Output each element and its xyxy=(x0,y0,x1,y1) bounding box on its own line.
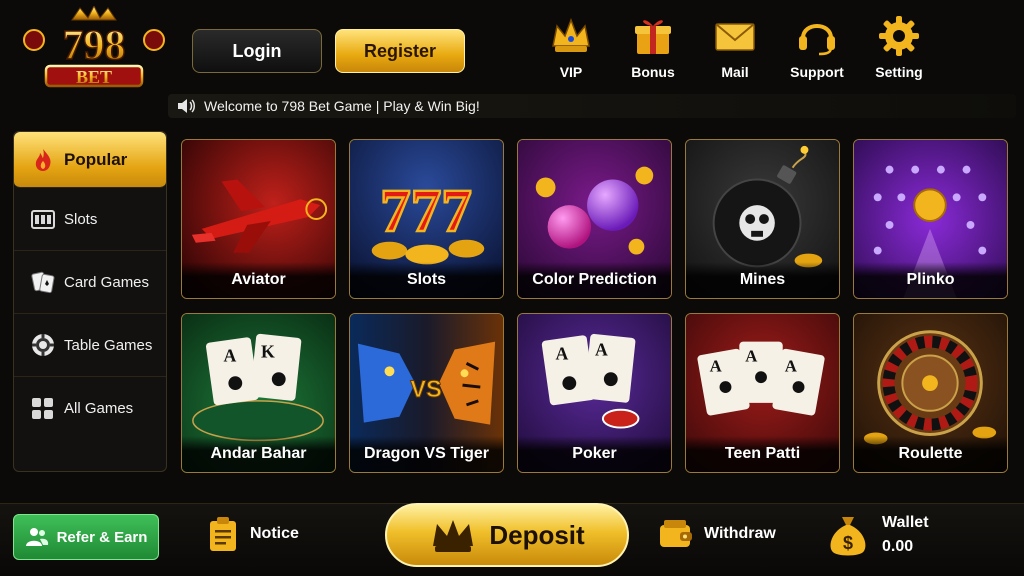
top-nav-bonus-label: Bonus xyxy=(631,64,675,80)
grid-icon xyxy=(32,397,53,419)
game-label: Mines xyxy=(686,262,839,298)
withdraw-button[interactable]: Withdraw xyxy=(658,517,776,551)
wallet-amount: 0.00 xyxy=(882,538,914,555)
deposit-button[interactable]: Deposit xyxy=(385,503,629,567)
game-card-dragon-vs-tiger[interactable]: VS Dragon VS Tiger xyxy=(349,313,504,473)
crown-icon xyxy=(552,17,590,52)
announcement-marquee: Welcome to 798 Bet Game | Play & Win Big… xyxy=(168,94,1016,118)
sidebar-item-table-games[interactable]: Table Games xyxy=(14,314,166,377)
logo-number: 798 xyxy=(63,23,126,69)
game-card-poker[interactable]: A A Poker xyxy=(517,313,672,473)
game-card-teen-patti[interactable]: A A A Teen Patti xyxy=(685,313,840,473)
headset-icon xyxy=(799,24,835,56)
refer-earn-label: Refer & Earn xyxy=(56,528,148,546)
slots-art-text: 777 xyxy=(380,177,472,245)
sidebar-item-popular[interactable]: Popular xyxy=(14,132,166,188)
andar-card-rank-k: K xyxy=(261,341,275,361)
crown-icon xyxy=(433,520,474,552)
sidebar-item-card-games[interactable]: Card Games xyxy=(14,251,166,314)
game-card-andar-bahar[interactable]: A K Andar Bahar xyxy=(181,313,336,473)
money-bag-icon: $ xyxy=(830,517,866,556)
game-card-mines[interactable]: Mines xyxy=(685,139,840,299)
notice-button[interactable]: Notice xyxy=(208,516,299,552)
top-nav-support[interactable]: Support xyxy=(776,12,858,80)
fire-icon xyxy=(35,148,51,171)
top-nav-mail-label: Mail xyxy=(721,64,749,80)
top-nav-vip-label: VIP xyxy=(559,64,583,80)
game-label: Color Prediction xyxy=(518,262,671,298)
poker-card-rank-2: A xyxy=(595,339,608,359)
mail-icon xyxy=(715,23,755,51)
sidebar-item-slots[interactable]: Slots xyxy=(14,188,166,251)
sidebar-item-label: Popular xyxy=(64,149,128,169)
top-nav-bonus[interactable]: Bonus xyxy=(612,12,694,80)
withdraw-label: Withdraw xyxy=(704,525,776,542)
top-nav-mail[interactable]: Mail xyxy=(694,12,776,80)
game-label: Slots xyxy=(350,262,503,298)
top-nav-support-label: Support xyxy=(790,64,844,80)
teen-patti-card-rank-2: A xyxy=(745,346,757,365)
wallet-card-icon xyxy=(660,520,692,547)
game-card-roulette[interactable]: Roulette xyxy=(853,313,1008,473)
notice-label: Notice xyxy=(250,525,299,542)
andar-card-rank-a: A xyxy=(223,345,236,365)
gear-icon xyxy=(879,16,919,56)
slot-machine-icon xyxy=(31,210,55,229)
wallet-label: Wallet xyxy=(882,514,929,531)
game-label: Teen Patti xyxy=(686,436,839,472)
svg-text:$: $ xyxy=(843,533,853,553)
sidebar-item-label: All Games xyxy=(64,400,134,417)
marquee-text: Welcome to 798 Bet Game | Play & Win Big… xyxy=(204,98,480,114)
game-label: Andar Bahar xyxy=(182,436,335,472)
clipboard-icon xyxy=(210,517,236,551)
game-card-color-prediction[interactable]: Color Prediction xyxy=(517,139,672,299)
login-button[interactable]: Login xyxy=(192,29,322,73)
deposit-label: Deposit xyxy=(489,519,585,550)
wallet-balance[interactable]: $ Wallet 0.00 xyxy=(826,511,929,559)
vs-art-text: VS xyxy=(410,377,442,403)
game-label: Dragon VS Tiger xyxy=(350,436,503,472)
gift-icon xyxy=(635,20,671,54)
refer-earn-button[interactable]: Refer & Earn xyxy=(13,514,159,560)
poker-chip-icon xyxy=(32,334,54,356)
teen-patti-card-rank-1: A xyxy=(710,356,722,375)
sidebar-item-label: Slots xyxy=(64,210,98,228)
top-nav-setting[interactable]: Setting xyxy=(858,12,940,80)
logo-bet-text: BET xyxy=(76,67,112,87)
sidebar-item-all-games[interactable]: All Games xyxy=(14,377,166,440)
users-icon xyxy=(25,528,48,546)
playing-cards-icon xyxy=(31,271,55,294)
game-label: Roulette xyxy=(854,436,1007,472)
sidebar-item-label: Table Games xyxy=(64,336,153,354)
game-grid: Aviator 777 Slots Color Prediction Mines… xyxy=(181,139,1008,473)
top-nav-vip[interactable]: VIP xyxy=(530,12,612,80)
game-card-aviator[interactable]: Aviator xyxy=(181,139,336,299)
game-card-plinko[interactable]: Plinko xyxy=(853,139,1008,299)
top-nav: VIP Bonus Mail Support Setting xyxy=(530,12,940,80)
brand-logo: 798 BET xyxy=(20,4,168,90)
register-button[interactable]: Register xyxy=(335,29,465,73)
sidebar-item-label: Card Games xyxy=(64,273,150,291)
game-label: Aviator xyxy=(182,262,335,298)
game-label: Poker xyxy=(518,436,671,472)
top-nav-setting-label: Setting xyxy=(875,64,923,80)
speaker-icon xyxy=(178,99,195,113)
category-sidebar: Popular Slots Card Games Table Games All… xyxy=(13,131,167,472)
game-card-slots[interactable]: 777 Slots xyxy=(349,139,504,299)
poker-card-rank-1: A xyxy=(556,343,569,363)
game-label: Plinko xyxy=(854,262,1007,298)
teen-patti-card-rank-3: A xyxy=(785,356,797,375)
